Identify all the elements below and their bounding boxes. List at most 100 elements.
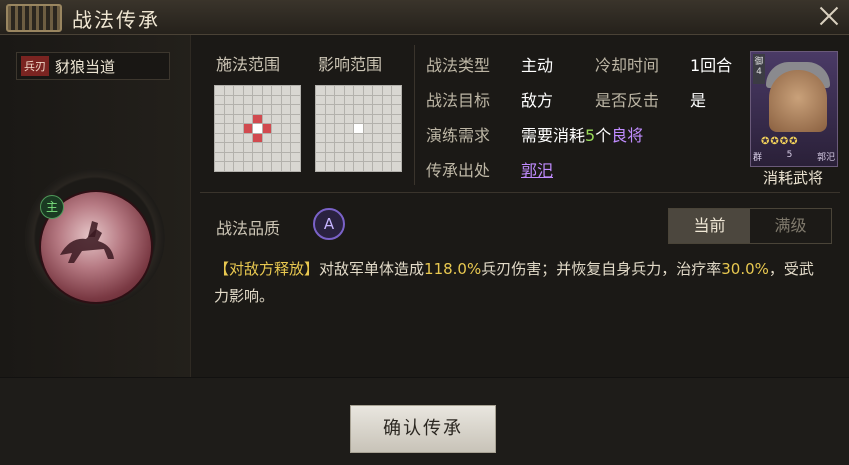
grid-cell [215,152,224,162]
title-bar: 战法传承 [0,0,849,35]
skill-name: 豺狼当道 [55,57,116,76]
grid-cell [344,114,354,124]
grid-cell [373,86,382,95]
grid-cell [344,152,354,162]
grid-cell [291,162,300,171]
requirement-item: 良将 [611,126,644,145]
description-part2: 兵刃伤害；并恢复自身兵力，治疗率 [481,260,722,278]
grid-cell [215,124,224,133]
effect-range-grid [315,85,402,172]
grid-cell [272,133,281,143]
heal-rate: 30.0% [721,260,769,278]
requirement-value: 需要消耗5个良将 [521,122,643,146]
grid-cell [224,105,234,114]
confirm-inherit-button[interactable]: 确认传承 [350,405,496,453]
toggle-current[interactable]: 当前 [669,209,750,243]
grid-cell [363,162,373,171]
grid-cell [253,162,262,171]
grid-cell [382,162,392,171]
grid-cell [363,133,373,143]
grid-cell [392,114,401,124]
grid-cell [234,143,243,152]
grid-cell [392,86,401,95]
grid-cell [363,86,373,95]
grid-cell [344,86,354,95]
grid-cell [291,152,300,162]
grid-cell [344,162,354,171]
grid-cell [234,152,243,162]
card-cost: 5 [786,150,793,160]
grid-cell [354,162,363,171]
grid-cell [392,105,401,114]
grid-cell [316,152,325,162]
grid-cell [392,133,401,143]
grid-cell [291,86,300,95]
grid-cell [363,124,373,133]
grid-cell [382,152,392,162]
card-caption: 消耗武将 [762,169,823,187]
grid-cell [373,95,382,105]
grid-cell [382,133,392,143]
grid-cell [272,162,281,171]
grid-cell [243,162,253,171]
close-icon[interactable] [815,2,843,30]
grid-cell [224,124,234,133]
grid-cell [262,162,272,171]
grid-cell [316,114,325,124]
grid-cell [363,95,373,105]
cooldown-label: 冷却时间 [595,56,660,75]
description-part1: 对敌军单体造成 [319,260,425,278]
toggle-max-level[interactable]: 满级 [750,209,831,243]
grid-cell [243,114,253,124]
grid-cell [363,114,373,124]
grid-cell [234,95,243,105]
grid-cell [325,162,335,171]
grid-cell [373,143,382,152]
grid-cell [234,133,243,143]
grid-cell [335,105,344,114]
grid-cell [325,86,335,95]
grid-cell [262,152,272,162]
grid-cell [291,124,300,133]
grid-cell [316,133,325,143]
grid-cell [316,124,325,133]
grid-cell [344,143,354,152]
cooldown-value: 1回合 [690,56,733,75]
grid-cell [373,133,382,143]
general-card[interactable]: 御4 ✪✪✪✪ 群 5 郭汜 [750,51,838,167]
card-flag-text: 御 [754,57,764,67]
grid-cell [234,162,243,171]
grid-cell [281,105,291,114]
grid-cell [316,143,325,152]
skill-type-value: 主动 [521,56,554,75]
skill-target-label: 战法目标 [426,91,491,110]
grid-cell [243,152,253,162]
grid-cell [262,124,272,133]
source-link[interactable]: 郭汜 [521,161,553,180]
skill-type-label: 战法类型 [426,56,491,75]
grid-cell [243,124,253,133]
grid-cell [253,86,262,95]
grid-cell [373,124,382,133]
grid-cell [392,152,401,162]
source-label: 传承出处 [426,161,491,180]
cast-range-grid [214,85,301,172]
grid-cell [363,143,373,152]
grid-cell [325,133,335,143]
grid-cell [382,124,392,133]
card-general-name: 郭汜 [816,153,835,163]
grid-cell [325,152,335,162]
quality-grade-badge: A [313,208,345,240]
grid-cell [354,95,363,105]
grid-cell [325,124,335,133]
grid-cell [344,95,354,105]
grid-cell [272,143,281,152]
grid-cell [344,133,354,143]
grid-cell [363,105,373,114]
grid-cell [224,86,234,95]
card-flag: 御4 [753,54,765,84]
grid-cell [335,86,344,95]
grid-cell [382,95,392,105]
grid-cell [262,114,272,124]
grid-cell [262,86,272,95]
